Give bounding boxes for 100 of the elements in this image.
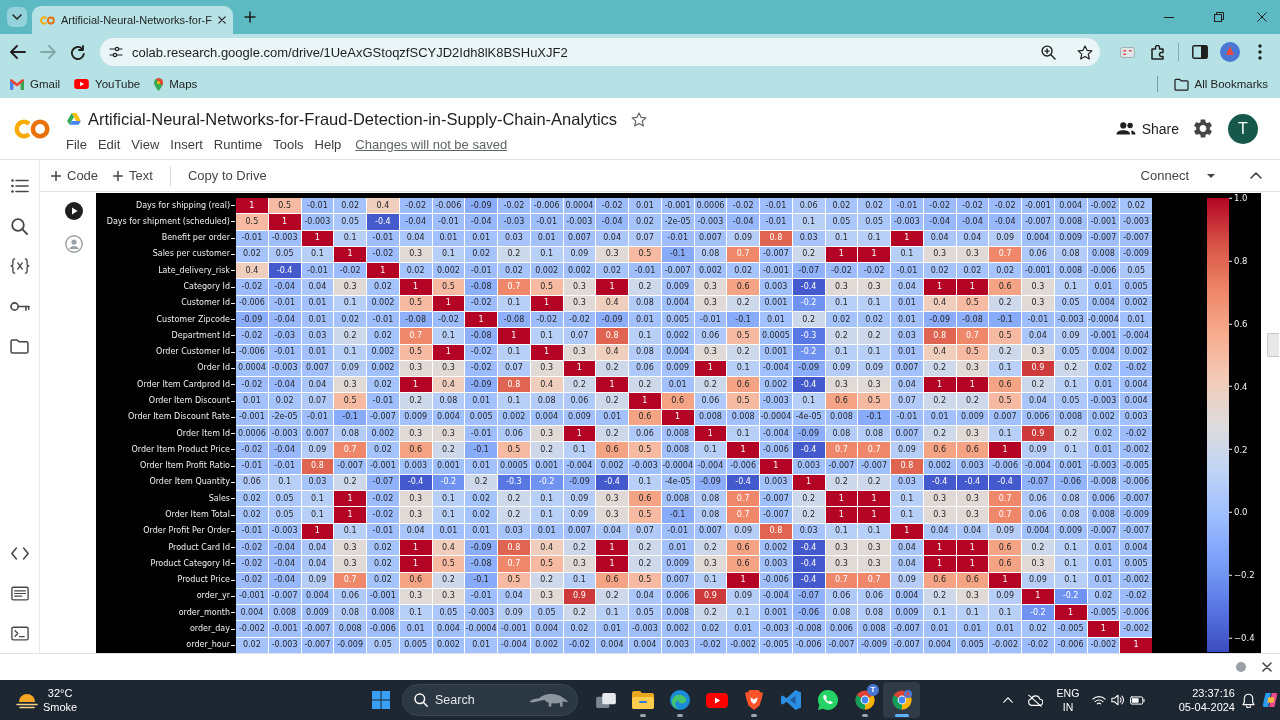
tune-icon[interactable] [109,46,123,58]
menu-item[interactable]: Runtime [213,136,263,152]
colorbar-label: 0.6 [1234,319,1248,329]
bookmark[interactable]: YouTube [70,73,145,95]
menu-item[interactable]: File [66,136,87,152]
menu-item[interactable]: Insert [170,136,203,152]
volume-icon[interactable] [1111,694,1125,706]
heatmap-cell: 1 [268,214,301,230]
notebook-title[interactable]: Artificial-Neural-Networks-for-Fraud-Detection-in-Supply-Chain-Analytics [88,109,618,129]
logo-icon[interactable] [1262,692,1278,708]
heatmap-cell: -0.003 [268,360,301,377]
code-icon[interactable] [10,546,29,560]
copy-to-drive-button[interactable]: Copy to Drive [187,162,267,189]
add-code-button[interactable]: Code [51,162,99,189]
heatmap-cell: -0.006 [1087,263,1120,279]
address-field[interactable]: colab.research.google.com/drive/1UeAxGStoqzfSCYJD2Idh8lK8BSHuXJF2 [100,38,1100,66]
search-box[interactable]: Search [402,684,578,716]
row-label: Sales per customer [152,250,230,259]
heatmap-cell: -0.1 [334,409,366,425]
restore-icon[interactable] [1214,12,1224,22]
minimize-icon[interactable] [1164,16,1174,18]
terminal-icon[interactable] [10,625,29,641]
heatmap-cell: -0.04 [268,572,301,588]
star-icon[interactable] [1077,44,1093,60]
heatmap-cell: 0.01 [1087,556,1120,572]
taskbar-button[interactable]: T [846,682,883,718]
weather-widget[interactable]: 32°C Smoke [14,682,80,718]
menu-item[interactable]: Tools [273,136,304,152]
caret-down-icon[interactable] [1207,173,1215,178]
heatmap-cell: 0.1 [432,246,465,263]
star-icon[interactable] [631,111,648,127]
search-icon[interactable] [11,217,28,235]
add-text-button[interactable]: Text [113,162,153,189]
heatmap-cell: 0.02 [236,491,268,507]
share-button[interactable]: Share [1115,112,1179,145]
heatmap-cell: 0.3 [694,556,727,572]
shield-icon [744,690,763,710]
avatar[interactable]: T [1228,113,1258,144]
braces-icon[interactable] [9,258,30,274]
heatmap-cell: 0.01 [465,458,497,474]
heatmap-cell: 0.02 [367,540,399,556]
heatmap-cell: 0.8 [498,540,530,556]
row-label: Category Id [183,283,230,292]
heatmap-cell: 0.4 [596,344,628,360]
wifi-icon[interactable] [1092,694,1106,706]
heatmap-cell: 0.3 [596,491,628,507]
all-bookmarks-button[interactable]: All Bookmarks [1169,73,1272,95]
close-icon[interactable] [217,16,226,24]
more-vert-icon[interactable] [1258,44,1262,60]
folder-icon[interactable] [10,338,29,354]
browser-tab[interactable]: Artificial-Neural-Networks-for-F [32,6,233,34]
puzzle-icon[interactable] [1150,44,1164,60]
heatmap-cell: 0.005 [956,637,989,653]
heatmap-cell: -0.001 [268,621,301,637]
bell-icon[interactable] [1242,692,1255,708]
heatmap-cell: -0.09 [465,540,497,556]
menu-item[interactable]: View [131,136,160,152]
heatmap-cell: -0.04 [596,214,628,230]
heatmap-cell: 0.2 [825,474,858,491]
save-notice-link[interactable]: Changes will not be saved [355,136,508,152]
scrollbar-thumb[interactable] [1267,333,1279,357]
bookmark[interactable]: Maps [150,73,202,95]
close-icon[interactable] [1257,12,1267,22]
zoom-in-icon[interactable] [1041,44,1056,60]
heatmap-cell: 0.6 [727,279,759,295]
heatmap-cell: -0.01 [367,230,399,246]
heatmap-cell: 0.6 [989,540,1021,556]
clock[interactable]: 23:37:16 05-04-2024 [1175,686,1235,714]
taskbar-button[interactable] [883,682,920,718]
close-icon[interactable] [1262,662,1272,672]
reload-icon[interactable] [70,44,86,60]
heatmap-cell: 0.02 [858,312,890,328]
cloud-off-icon[interactable] [1027,693,1043,707]
chevron-up-icon[interactable] [1250,172,1262,179]
heatmap-cell: 0.009 [563,409,596,425]
heatmap-cell: -0.002 [1120,442,1152,458]
list-icon[interactable] [10,179,29,193]
heatmap-cell: 0.3 [923,246,956,263]
play-circle-icon[interactable] [65,202,83,220]
heatmap-cell: 0.1 [334,230,366,246]
list-box-icon[interactable] [10,585,29,601]
bookmark[interactable]: Gmail [6,73,65,95]
people-icon [1115,122,1136,135]
menu-item[interactable]: Edit [97,136,121,152]
profile-avatar-icon[interactable] [1220,42,1240,62]
side-panel-icon[interactable] [1192,45,1208,59]
striped-tile-icon[interactable] [1119,46,1135,58]
connect-button[interactable]: Connect [1140,162,1189,189]
heatmap-cell: -0.4 [399,474,432,491]
settings-icon[interactable] [1194,119,1212,138]
arrow-left-icon[interactable] [10,45,26,59]
language-indicator[interactable]: ENG IN [1053,686,1083,714]
heatmap-cell: 0.06 [1022,246,1054,263]
tab-list-button[interactable] [7,7,27,27]
colorbar-label: −0.2 [1234,571,1255,580]
key-icon[interactable] [9,300,30,312]
battery-icon[interactable] [1130,695,1145,705]
menu-item[interactable]: Help [314,136,342,152]
heatmap-cell: 0.05 [268,507,301,523]
heatmap-cell: 0.07 [891,393,923,409]
